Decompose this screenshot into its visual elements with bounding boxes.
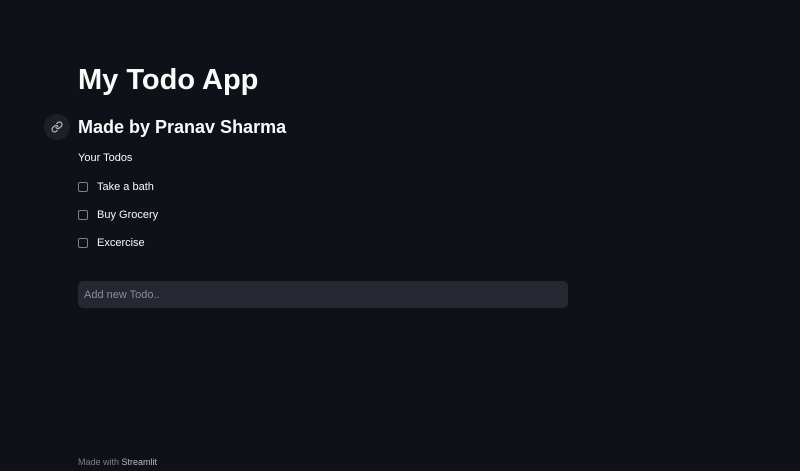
- streamlit-link[interactable]: Streamlit: [122, 457, 158, 467]
- todos-caption: Your Todos: [78, 152, 133, 164]
- streamlit-page: My Todo App Made by Pranav Sharma Your T…: [0, 0, 800, 471]
- new-todo-input[interactable]: [78, 281, 568, 308]
- todo-label: Buy Grocery: [97, 209, 159, 221]
- todo-item[interactable]: Buy Grocery: [78, 207, 378, 223]
- checkbox-unchecked-icon[interactable]: [78, 210, 88, 220]
- page-subtitle: Made by Pranav Sharma: [78, 117, 287, 137]
- checkbox-unchecked-icon[interactable]: [78, 182, 88, 192]
- todo-item[interactable]: Take a bath: [78, 179, 378, 195]
- subtitle-row: Made by Pranav Sharma: [44, 114, 287, 140]
- page-title: My Todo App: [78, 64, 259, 96]
- footer: Made with Streamlit: [78, 456, 157, 468]
- link-icon: [51, 121, 63, 133]
- todo-list: Take a bath Buy Grocery Excercise: [78, 179, 378, 263]
- new-todo-input-container: [78, 281, 568, 308]
- todo-item[interactable]: Excercise: [78, 235, 378, 251]
- checkbox-unchecked-icon[interactable]: [78, 238, 88, 248]
- header-anchor-button[interactable]: [44, 114, 70, 140]
- todo-label: Take a bath: [97, 181, 154, 193]
- todo-label: Excercise: [97, 237, 145, 249]
- footer-prefix: Made with: [78, 457, 122, 467]
